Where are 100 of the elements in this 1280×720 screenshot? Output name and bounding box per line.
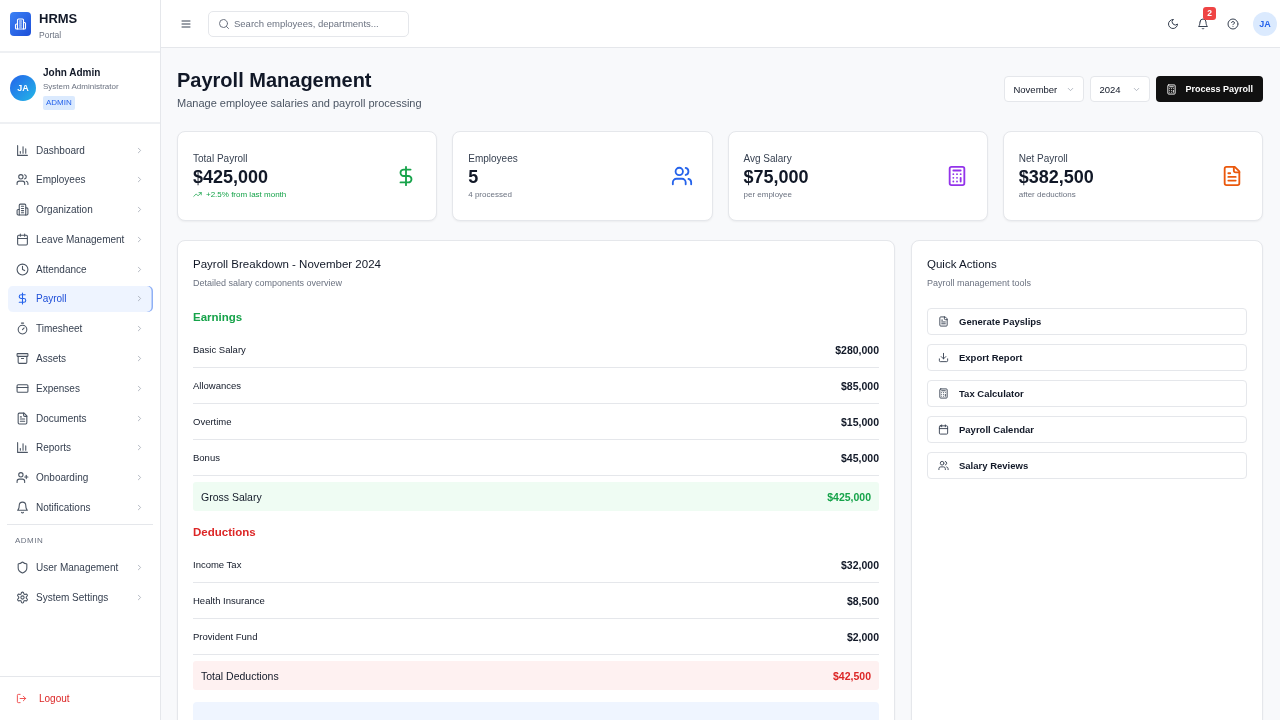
dollar-sign-icon: [16, 292, 29, 306]
stopwatch-icon: [16, 322, 29, 336]
calculator-icon: [1166, 83, 1178, 95]
sidebar-item[interactable]: Documents: [8, 405, 153, 432]
stat-note: per employee: [743, 188, 792, 201]
line-item-label: Overtime: [193, 416, 232, 427]
quick-action-button[interactable]: Tax Calculator: [927, 380, 1247, 407]
bell-icon: [16, 501, 29, 515]
sidebar-item[interactable]: Onboarding: [8, 464, 153, 491]
bar-chart-icon: [16, 441, 29, 455]
stat-value: 5: [468, 165, 479, 189]
user-role: System Administrator: [43, 80, 119, 93]
logout-icon: [16, 693, 27, 704]
shield-icon: [16, 561, 29, 575]
notification-badge: 2: [1203, 6, 1216, 20]
line-item-amount: $280,000: [835, 343, 879, 356]
stat-label: Total Payroll: [193, 151, 248, 166]
quick-action-button[interactable]: Generate Payslips: [927, 308, 1247, 335]
user-name: John Admin: [43, 65, 101, 80]
month-select[interactable]: November: [1004, 76, 1085, 102]
settings-icon: [16, 590, 29, 604]
line-item-label: Basic Salary: [193, 344, 246, 355]
calendar-icon: [16, 232, 29, 246]
trending-up-icon: [193, 190, 202, 199]
app-name: HRMS: [39, 10, 78, 27]
menu-icon: [180, 17, 192, 30]
card-subtitle: Payroll management tools: [927, 277, 1032, 290]
users-icon: [938, 460, 949, 471]
user-plus-icon: [16, 471, 29, 485]
chevron-right-icon: [135, 294, 144, 304]
download-icon: [938, 352, 949, 363]
clock-icon: [16, 262, 29, 276]
line-item-amount: $32,000: [841, 558, 879, 571]
chevron-right-icon: [135, 324, 144, 334]
chevron-right-icon: [135, 443, 144, 453]
stat-note: after deductions: [1018, 188, 1076, 201]
credit-card-icon: [16, 381, 29, 395]
chevron-right-icon: [135, 205, 144, 215]
chevron-right-icon: [135, 592, 144, 602]
quick-action-button[interactable]: Export Report: [927, 344, 1247, 371]
sidebar-item[interactable]: Notifications: [8, 494, 153, 521]
sidebar-item[interactable]: Employees: [8, 166, 153, 193]
stat-value: $75,000: [743, 165, 809, 189]
line-item-amount: $2,000: [846, 630, 879, 643]
app-tagline: Portal: [39, 28, 63, 41]
process-payroll-button[interactable]: Process Payroll: [1156, 76, 1263, 102]
calendar-icon: [938, 424, 949, 435]
line-item-amount: $15,000: [841, 415, 879, 428]
quick-action-button[interactable]: Salary Reviews: [927, 452, 1247, 479]
page-subtitle: Manage employee salaries and payroll processing: [177, 96, 422, 111]
sidebar-item[interactable]: Organization: [8, 196, 153, 223]
stat-label: Employees: [468, 151, 518, 166]
section-heading: ADMIN: [15, 534, 44, 547]
stat-note: 4 processed: [468, 188, 512, 201]
sidebar-item[interactable]: Attendance: [8, 256, 153, 283]
page-title: Payroll Management: [177, 68, 372, 93]
stat-note: +2.5% from last month: [206, 188, 287, 201]
help-icon: [1227, 17, 1239, 30]
sidebar-item[interactable]: Reports: [8, 434, 153, 461]
building-logo-icon: [10, 12, 31, 36]
bell-icon: [1197, 17, 1209, 30]
sidebar-item[interactable]: Payroll: [8, 286, 153, 312]
chevron-right-icon: [135, 145, 144, 155]
user-avatar: JA: [10, 74, 36, 101]
line-item-label: Allowances: [193, 380, 242, 391]
stat-label: Avg Salary: [743, 151, 792, 166]
stat-value: $382,500: [1018, 165, 1094, 189]
chevron-right-icon: [135, 354, 144, 364]
line-item-amount: $45,000: [841, 451, 879, 464]
chevron-right-icon: [135, 264, 144, 274]
sidebar-item[interactable]: Dashboard: [8, 137, 153, 163]
card-subtitle: Detailed salary components overview: [193, 277, 343, 290]
total-label: Gross Salary: [201, 490, 262, 503]
document-icon: [938, 316, 949, 327]
sidebar-item[interactable]: User Management: [8, 554, 153, 581]
bar-chart-icon: [16, 143, 29, 157]
card-title: Quick Actions: [927, 257, 997, 272]
search-field[interactable]: Search employees, departments...: [208, 10, 409, 37]
sidebar-item[interactable]: Expenses: [8, 375, 153, 402]
moon-icon: [1167, 17, 1179, 30]
quick-action-button[interactable]: Payroll Calendar: [927, 416, 1247, 443]
chevron-right-icon: [135, 234, 144, 244]
calculator-icon: [938, 388, 949, 399]
users-icon: [16, 173, 29, 187]
section-heading: Earnings: [193, 310, 243, 325]
role-badge: ADMIN: [43, 95, 75, 110]
chevron-right-icon: [135, 413, 144, 423]
chevron-right-icon: [135, 175, 144, 185]
sidebar-item[interactable]: Timesheet: [8, 315, 153, 342]
sidebar-item[interactable]: Assets: [8, 345, 153, 372]
profile-avatar[interactable]: JA: [1253, 11, 1277, 36]
line-item-label: Income Tax: [193, 559, 242, 570]
sidebar-item[interactable]: Leave Management: [8, 226, 153, 253]
line-item-amount: $8,500: [846, 594, 879, 607]
year-select[interactable]: 2024: [1090, 76, 1151, 102]
archive-box-icon: [16, 352, 29, 366]
sidebar-item[interactable]: System Settings: [8, 584, 153, 611]
logout-button[interactable]: Logout: [8, 689, 78, 708]
chevron-right-icon: [135, 383, 144, 393]
chevron-right-icon: [135, 473, 144, 483]
